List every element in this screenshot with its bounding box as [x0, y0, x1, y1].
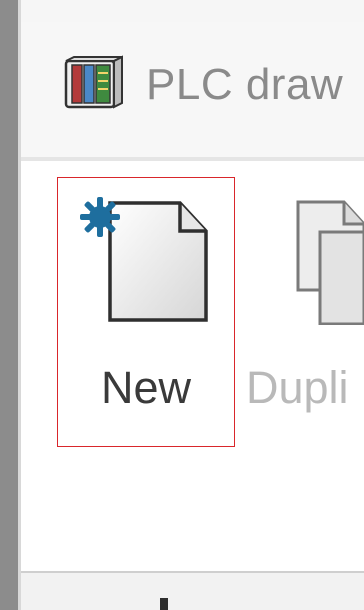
cursor-mark — [160, 598, 168, 610]
plc-module-icon — [64, 55, 123, 109]
window-title: PLC draw — [146, 60, 344, 109]
status-area — [21, 573, 364, 610]
window-left-border — [0, 0, 18, 610]
duplicate-button-label: Dupli — [246, 362, 349, 413]
app-window: PLC draw New Dupli — [0, 0, 364, 610]
duplicate-document-icon — [296, 200, 364, 325]
new-document-icon — [80, 197, 208, 322]
new-button-label: New — [100, 362, 192, 413]
new-badge-asterisk — [80, 197, 120, 237]
